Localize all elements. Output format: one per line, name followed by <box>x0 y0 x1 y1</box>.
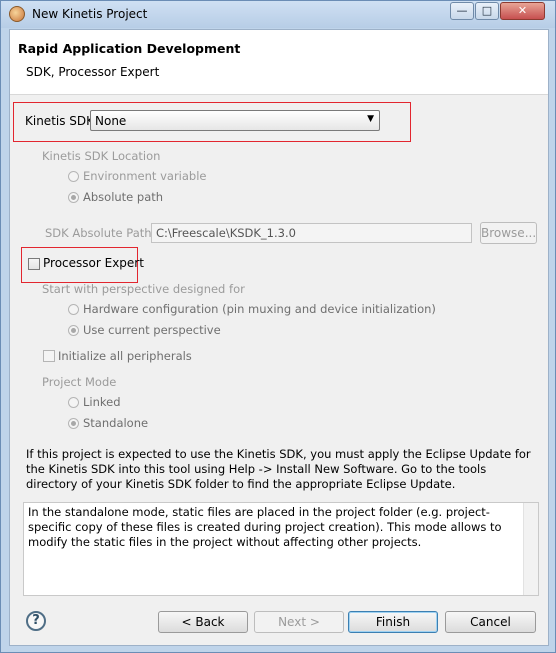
browse-button[interactable]: Browse... <box>480 222 537 244</box>
processor-expert-checkbox[interactable] <box>28 258 40 270</box>
radio-absolute-path[interactable] <box>68 192 79 203</box>
finish-button[interactable]: Finish <box>348 611 438 633</box>
path-label: SDK Absolute Path <box>45 226 152 240</box>
minimize-button[interactable]: — <box>450 2 474 20</box>
chevron-down-icon: ▼ <box>367 114 374 124</box>
initialize-peripherals-label: Initialize all peripherals <box>58 349 192 363</box>
mode-description-text: In the standalone mode, static files are… <box>28 505 502 549</box>
dialog-window: New Kinetis Project — □ ✕ Rapid Applicat… <box>0 0 556 653</box>
radio-absolute-path-label: Absolute path <box>83 190 164 204</box>
project-mode-group-label: Project Mode <box>42 375 117 389</box>
sdk-label: Kinetis SDK <box>25 114 95 128</box>
radio-linked-label: Linked <box>83 395 121 409</box>
initialize-peripherals-checkbox[interactable] <box>43 350 55 362</box>
radio-standalone-label: Standalone <box>83 416 149 430</box>
radio-current-perspective[interactable] <box>68 325 79 336</box>
radio-hardware-configuration[interactable] <box>68 304 79 315</box>
radio-linked[interactable] <box>68 397 79 408</box>
processor-expert-label: Processor Expert <box>43 256 144 270</box>
wizard-header: Rapid Application Development SDK, Proce… <box>10 30 548 95</box>
radio-hardware-configuration-label: Hardware configuration (pin muxing and d… <box>83 302 436 316</box>
radio-environment-variable-label: Environment variable <box>83 169 207 183</box>
sdk-path-field[interactable]: C:\Freescale\KSDK_1.3.0 <box>151 223 472 243</box>
dialog-content: Rapid Application Development SDK, Proce… <box>9 29 549 646</box>
help-icon[interactable]: ? <box>26 611 46 631</box>
page-subtitle: SDK, Processor Expert <box>26 65 160 79</box>
sdk-selected-value: None <box>95 114 127 128</box>
sdk-info-text: If this project is expected to use the K… <box>26 447 531 491</box>
next-button[interactable]: Next > <box>254 611 344 633</box>
radio-environment-variable[interactable] <box>68 171 79 182</box>
mode-description-box: In the standalone mode, static files are… <box>23 502 539 596</box>
location-group-label: Kinetis SDK Location <box>42 149 161 163</box>
page-title: Rapid Application Development <box>18 41 241 56</box>
back-button[interactable]: < Back <box>158 611 248 633</box>
perspective-group-label: Start with perspective designed for <box>42 282 245 296</box>
app-icon <box>9 6 25 22</box>
description-scrollbar[interactable] <box>523 503 538 595</box>
cancel-button[interactable]: Cancel <box>445 611 536 633</box>
sdk-select[interactable]: None ▼ <box>90 110 380 131</box>
maximize-button[interactable]: □ <box>475 2 499 20</box>
window-title: New Kinetis Project <box>32 7 148 21</box>
title-bar[interactable]: New Kinetis Project — □ ✕ <box>1 1 555 28</box>
close-button[interactable]: ✕ <box>500 2 545 20</box>
radio-current-perspective-label: Use current perspective <box>83 323 221 337</box>
radio-standalone[interactable] <box>68 418 79 429</box>
